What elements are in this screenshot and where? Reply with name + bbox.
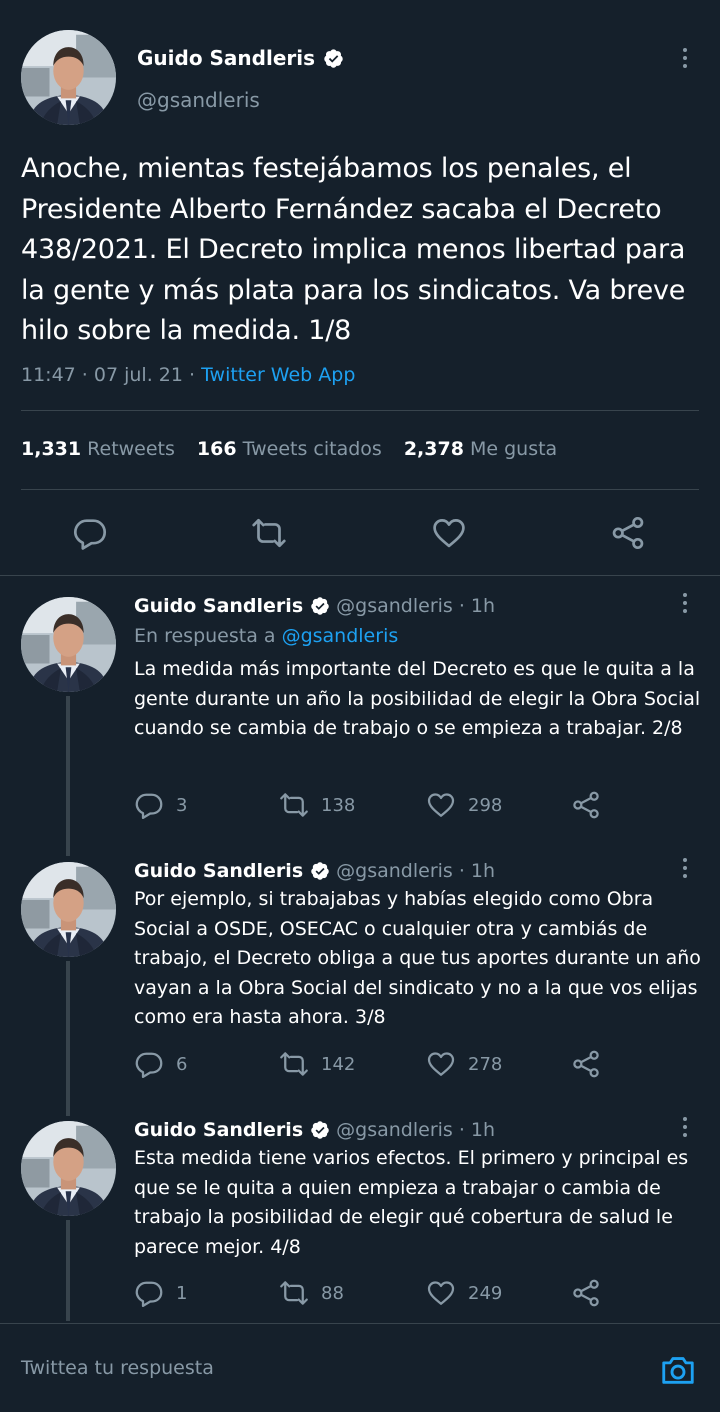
reply-handle-time: @gsandleris · 1h [336, 1119, 496, 1141]
retweet-icon [279, 1049, 309, 1079]
reply-header: Guido Sandleris @gsandleris · 1h [134, 595, 495, 617]
tweet-stats: 1,331 Retweets 166 Tweets citados 2,378 Me… [21, 438, 557, 460]
divider [21, 410, 699, 411]
reply-button[interactable]: 1 [134, 1278, 187, 1308]
share-icon [571, 790, 601, 820]
in-reply-to: En respuesta a @gsandleris [134, 625, 398, 647]
retweets-label: Retweets [87, 438, 175, 460]
retweets-count: 1,331 [21, 438, 82, 460]
reply-icon [134, 1049, 164, 1079]
reply-tweet[interactable]: Guido Sandleris @gsandleris · 1h En resp… [0, 593, 720, 856]
reply-author-name[interactable]: Guido Sandleris [134, 595, 303, 617]
main-tweet-header: Guido Sandleris @gsandleris [0, 30, 720, 130]
retweet-button[interactable]: 138 [279, 790, 355, 820]
verified-badge-icon [310, 596, 330, 616]
reply-author-name[interactable]: Guido Sandleris [134, 860, 303, 882]
reply-icon [134, 790, 164, 820]
reply-icon[interactable] [72, 515, 108, 551]
like-icon [426, 1278, 456, 1308]
retweets-stat[interactable]: 1,331 Retweets [21, 438, 175, 460]
like-button[interactable]: 298 [426, 790, 502, 820]
author-avatar[interactable] [21, 30, 116, 125]
verified-badge-icon [310, 1120, 330, 1140]
reply-header: Guido Sandleris @gsandleris · 1h [134, 1119, 495, 1141]
likes-count: 2,378 [403, 438, 464, 460]
reply-handle-time: @gsandleris · 1h [336, 595, 496, 617]
like-button[interactable]: 249 [426, 1278, 502, 1308]
thread-line [66, 961, 70, 1116]
reply-author-name[interactable]: Guido Sandleris [134, 1119, 303, 1141]
like-count: 298 [468, 794, 503, 816]
quotes-count: 166 [196, 438, 237, 460]
share-button[interactable] [571, 1278, 601, 1308]
reply-tweet[interactable]: Guido Sandleris @gsandleris · 1h Por eje… [0, 858, 720, 1116]
more-icon[interactable] [682, 1117, 688, 1141]
author-name-row[interactable]: Guido Sandleris [137, 46, 344, 70]
retweet-icon[interactable] [251, 515, 287, 551]
main-tweet-text: Anoche, mientas festejábamos los penales… [21, 153, 686, 346]
reply-text: Esta medida tiene varios efectos. El pri… [134, 1147, 689, 1258]
verified-badge-icon [310, 861, 330, 881]
in-reply-link[interactable]: @gsandleris [282, 625, 399, 647]
tweet-source-app[interactable]: Twitter Web App [201, 364, 355, 386]
more-icon[interactable] [682, 48, 688, 72]
author-avatar[interactable] [21, 862, 116, 957]
reply-actions: 3 138 298 [134, 790, 614, 820]
reply-icon [134, 1278, 164, 1308]
share-icon [571, 1049, 601, 1079]
tweet-time: 11:47 · 07 jul. 21 · [21, 364, 202, 386]
tweet-timestamp: 11:47 · 07 jul. 21 · Twitter Web App [21, 364, 355, 386]
retweet-icon [279, 790, 309, 820]
reply-tweet[interactable]: Guido Sandleris @gsandleris · 1h Esta me… [0, 1117, 720, 1321]
divider [21, 489, 699, 490]
quotes-stat[interactable]: 166 Tweets citados [197, 438, 382, 460]
author-avatar[interactable] [21, 1121, 116, 1216]
share-button[interactable] [571, 790, 601, 820]
author-avatar[interactable] [21, 597, 116, 692]
share-icon [571, 1278, 601, 1308]
reply-count: 6 [176, 1053, 188, 1075]
reply-text: La medida más importante del Decreto es … [134, 658, 701, 739]
share-button[interactable] [571, 1049, 601, 1079]
reply-actions: 1 88 249 [134, 1278, 614, 1308]
retweet-count: 138 [321, 794, 356, 816]
in-reply-prefix: En respuesta a [134, 625, 282, 647]
camera-icon[interactable] [659, 1351, 697, 1389]
likes-stat[interactable]: 2,378 Me gusta [404, 438, 557, 460]
like-count: 278 [468, 1053, 503, 1075]
retweet-count: 88 [321, 1282, 344, 1304]
more-icon[interactable] [682, 858, 688, 882]
reply-compose-bar: Twittea tu respuesta [0, 1324, 720, 1412]
retweet-button[interactable]: 88 [279, 1278, 344, 1308]
like-count: 249 [468, 1282, 503, 1304]
quotes-label: Tweets citados [242, 438, 382, 460]
like-icon[interactable] [431, 515, 467, 551]
like-icon [426, 790, 456, 820]
thread-line [66, 696, 70, 856]
reply-count: 3 [176, 794, 188, 816]
share-icon[interactable] [610, 515, 646, 551]
retweet-count: 142 [321, 1053, 356, 1075]
author-name[interactable]: Guido Sandleris [137, 46, 315, 70]
reply-actions: 6 142 278 [134, 1049, 614, 1079]
like-icon [426, 1049, 456, 1079]
reply-header: Guido Sandleris @gsandleris · 1h [134, 860, 495, 882]
likes-label: Me gusta [469, 438, 558, 460]
reply-text: Por ejemplo, si trabajabas y habías eleg… [134, 888, 701, 1028]
like-button[interactable]: 278 [426, 1049, 502, 1079]
reply-button[interactable]: 6 [134, 1049, 187, 1079]
reply-button[interactable]: 3 [134, 790, 187, 820]
previous-tweet-fragment [0, 0, 720, 10]
reply-handle-time: @gsandleris · 1h [336, 860, 496, 882]
verified-badge-icon [323, 48, 344, 69]
more-icon[interactable] [682, 593, 688, 617]
retweet-icon [279, 1278, 309, 1308]
author-handle[interactable]: @gsandleris [137, 88, 260, 112]
divider [0, 575, 720, 576]
reply-input[interactable]: Twittea tu respuesta [21, 1357, 214, 1379]
thread-line [66, 1220, 70, 1321]
retweet-button[interactable]: 142 [279, 1049, 355, 1079]
main-tweet-actions [0, 512, 720, 556]
reply-count: 1 [176, 1282, 188, 1304]
